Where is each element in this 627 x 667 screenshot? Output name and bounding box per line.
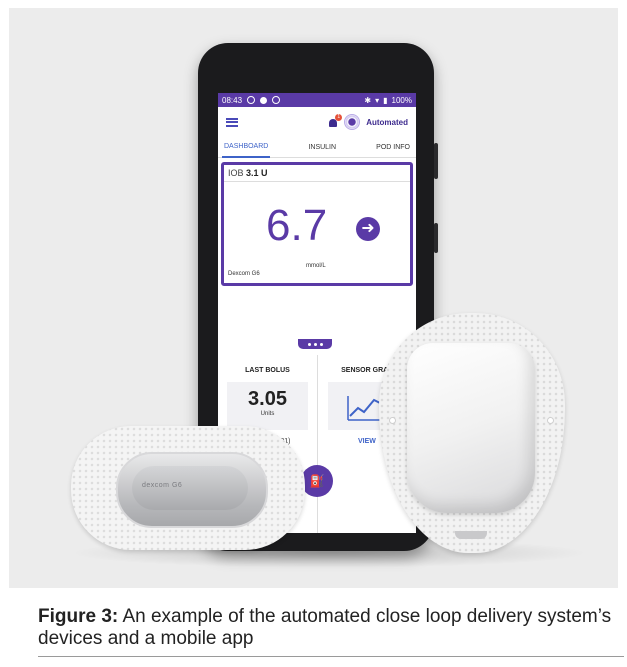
phone-side-button (434, 143, 438, 179)
patch-hole-left (389, 417, 396, 424)
caption-rule (38, 656, 624, 657)
bolus-button[interactable]: ⛽ (301, 465, 333, 497)
last-bolus-value: 3.05 (248, 388, 287, 410)
last-bolus-unit: Units (260, 411, 275, 417)
status-icon-sync (272, 96, 281, 104)
patch-hole-right (547, 417, 554, 424)
glucose-unit: mmol/L (306, 263, 326, 269)
page-indicator[interactable] (298, 339, 332, 349)
glucose-value: 6.7 (266, 201, 328, 250)
tab-pod-info[interactable]: POD INFO (374, 138, 412, 157)
hamburger-menu-icon[interactable] (226, 117, 238, 127)
tab-insulin[interactable]: INSULIN (306, 138, 338, 157)
iob-value: 3.1 U (246, 168, 268, 178)
mode-label: Automated (366, 117, 408, 127)
iob-label: IOB (228, 168, 244, 178)
app-bar: 1 Automated (218, 107, 416, 137)
figure-caption-label: Figure 3: (38, 606, 119, 627)
cgm-sensor-patch: dexcom G6 (71, 426, 305, 550)
pod-cannula-housing (455, 531, 487, 539)
trend-arrow-icon: ➜ (356, 217, 380, 241)
last-bolus-title: LAST BOLUS (245, 367, 290, 374)
status-bar: 08:43 ✱ ▾ ▮ 100% (218, 93, 416, 107)
last-bolus-box: 3.05 Units (227, 382, 308, 430)
figure-caption: Figure 3: An example of the automated cl… (38, 606, 618, 650)
glucose-card: IOB 3.1 U 6.7 ➜ Dexcom G6 mmol/L (221, 162, 413, 286)
insulin-pod (407, 343, 535, 539)
wifi-icon: ▾ (375, 95, 380, 105)
phone-volume-button (434, 223, 438, 253)
cgm-source-label: Dexcom G6 (228, 271, 260, 277)
battery-icon: ▮ (383, 95, 388, 105)
bolus-icon: ⛽ (309, 474, 325, 488)
battery-percent: 100% (391, 95, 412, 105)
cgm-transmitter: dexcom G6 (116, 452, 268, 528)
product-photo: 08:43 ✱ ▾ ▮ 100% 1 Automated DASHBOARD I… (9, 8, 618, 588)
notification-badge: 1 (335, 113, 343, 121)
cgm-brand-label: dexcom G6 (142, 482, 183, 489)
status-time: 08:43 (222, 95, 243, 105)
tab-dashboard[interactable]: DASHBOARD (222, 137, 271, 158)
tab-bar: DASHBOARD INSULIN POD INFO (218, 137, 416, 158)
bluetooth-icon: ✱ (364, 95, 372, 105)
iob-row: IOB 3.1 U (224, 165, 410, 182)
status-icon-ring (247, 96, 256, 104)
status-icon-dot (260, 96, 268, 104)
figure-caption-text: An example of the automated close loop d… (38, 606, 612, 649)
automated-mode-icon (344, 114, 361, 130)
notification-bell-icon[interactable]: 1 (328, 113, 343, 128)
